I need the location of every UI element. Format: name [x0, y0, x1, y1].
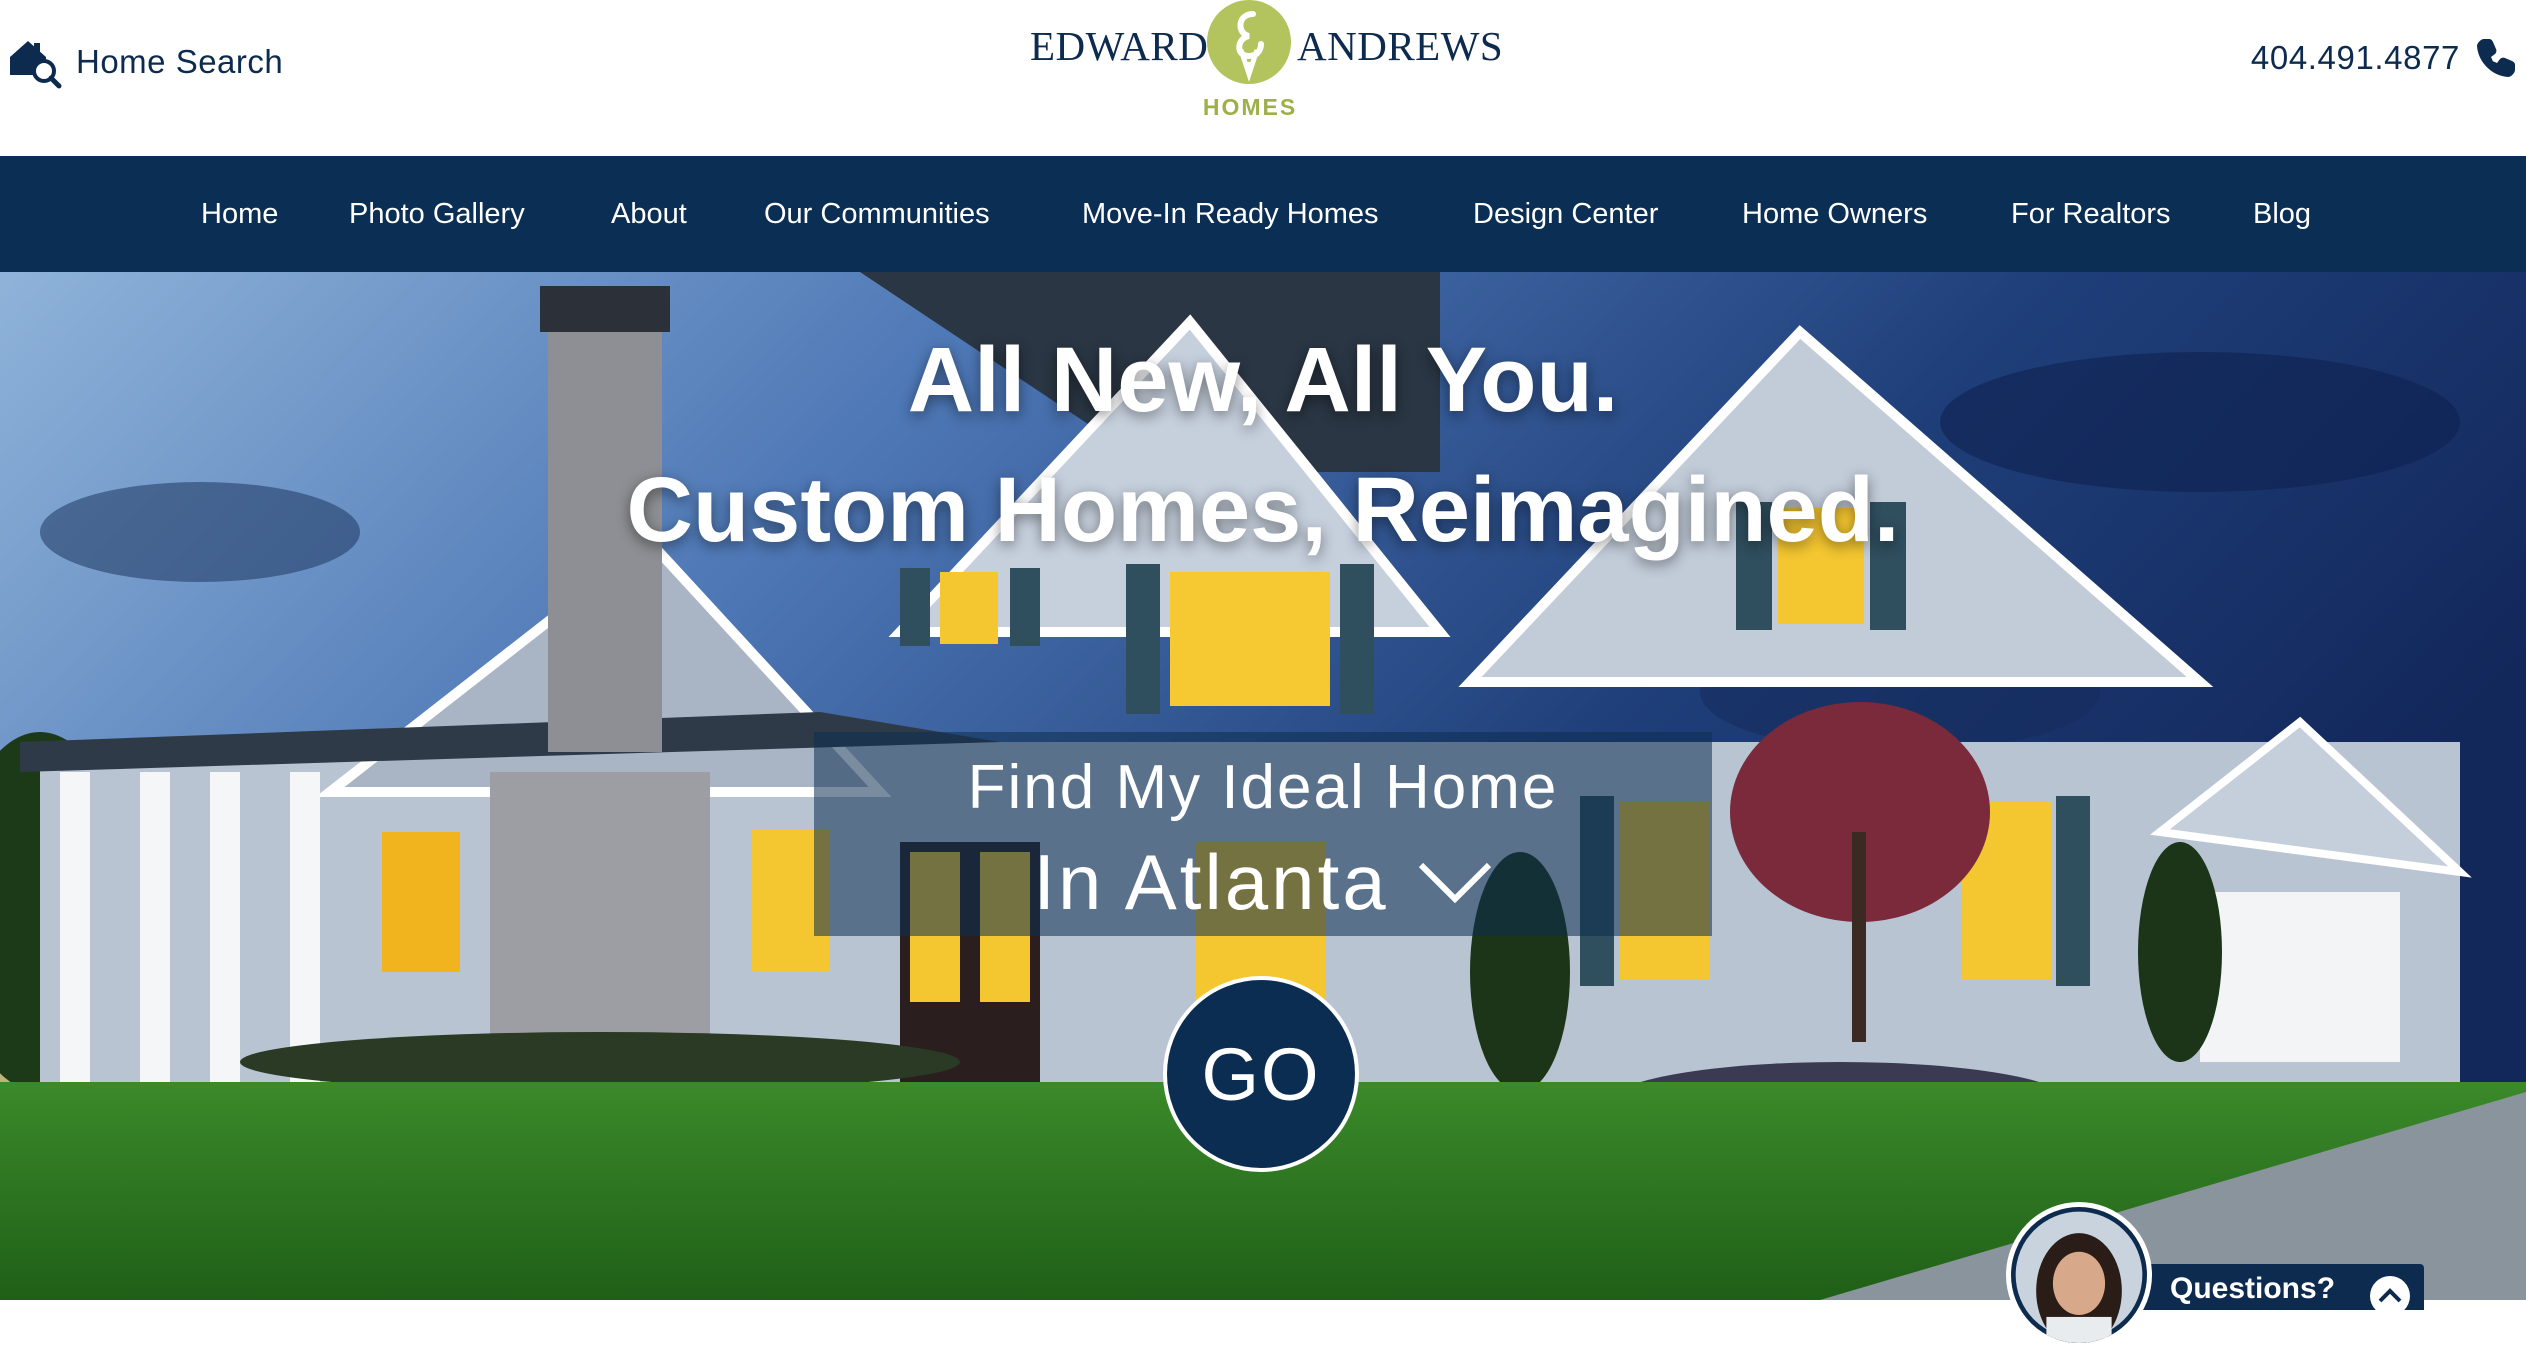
home-search-icon [8, 35, 62, 89]
chat-widget[interactable]: Questions? [2006, 1202, 2526, 1348]
nav-item-design-center[interactable]: Design Center [1473, 156, 1658, 272]
agent-avatar [2006, 1202, 2152, 1348]
home-search-link[interactable]: Home Search [8, 34, 283, 90]
nav-item-our-communities[interactable]: Our Communities [764, 156, 990, 272]
nav-item-home-owners[interactable]: Home Owners [1742, 156, 1927, 272]
phone-icon [2477, 39, 2515, 77]
chevron-down-icon [1418, 862, 1491, 904]
nav-item-for-realtors[interactable]: For Realtors [2011, 156, 2171, 272]
logo-name-left: EDWARD [1030, 23, 1209, 69]
hero-headline-1: All New, All You. [907, 329, 1619, 431]
nav-item-about[interactable]: About [611, 156, 687, 272]
questions-label: Questions? [2170, 1272, 2336, 1305]
finder-label: Find My Ideal Home [967, 753, 1559, 822]
hero-section: All New, All You. Custom Homes, Reimagin… [0, 272, 2526, 1300]
nav-item-move-in-ready-homes[interactable]: Move-In Ready Homes [1082, 156, 1379, 272]
main-nav: Home Photo Gallery About Our Communities… [0, 156, 2526, 272]
logo-monogram-icon [1207, 0, 1291, 84]
home-search-label: Home Search [76, 43, 284, 80]
phone-link[interactable]: 404.491.4877 [2251, 36, 2518, 80]
location-select-value: In Atlanta [1033, 837, 1389, 926]
nav-item-blog[interactable]: Blog [2253, 156, 2311, 272]
edward-andrews-logo[interactable]: EDWARD ANDREWS HOMES [1030, 0, 1503, 122]
chevron-up-icon [2370, 1276, 2410, 1316]
nav-item-photo-gallery[interactable]: Photo Gallery [349, 156, 525, 272]
nav-item-home[interactable]: Home [201, 156, 278, 272]
go-button[interactable]: GO [1163, 976, 1359, 1172]
hero-headline-2: Custom Homes, Reimagined. [626, 459, 1900, 561]
questions-tab[interactable]: Questions? [2124, 1264, 2424, 1316]
logo-sub: HOMES [1202, 94, 1298, 120]
site-header: Home Search EDWARD ANDREWS HOMES 404.491… [0, 0, 2526, 156]
location-select[interactable]: In Atlanta [814, 832, 1712, 932]
logo-name-right: ANDREWS [1297, 23, 1504, 69]
phone-number: 404.491.4877 [2250, 39, 2460, 76]
